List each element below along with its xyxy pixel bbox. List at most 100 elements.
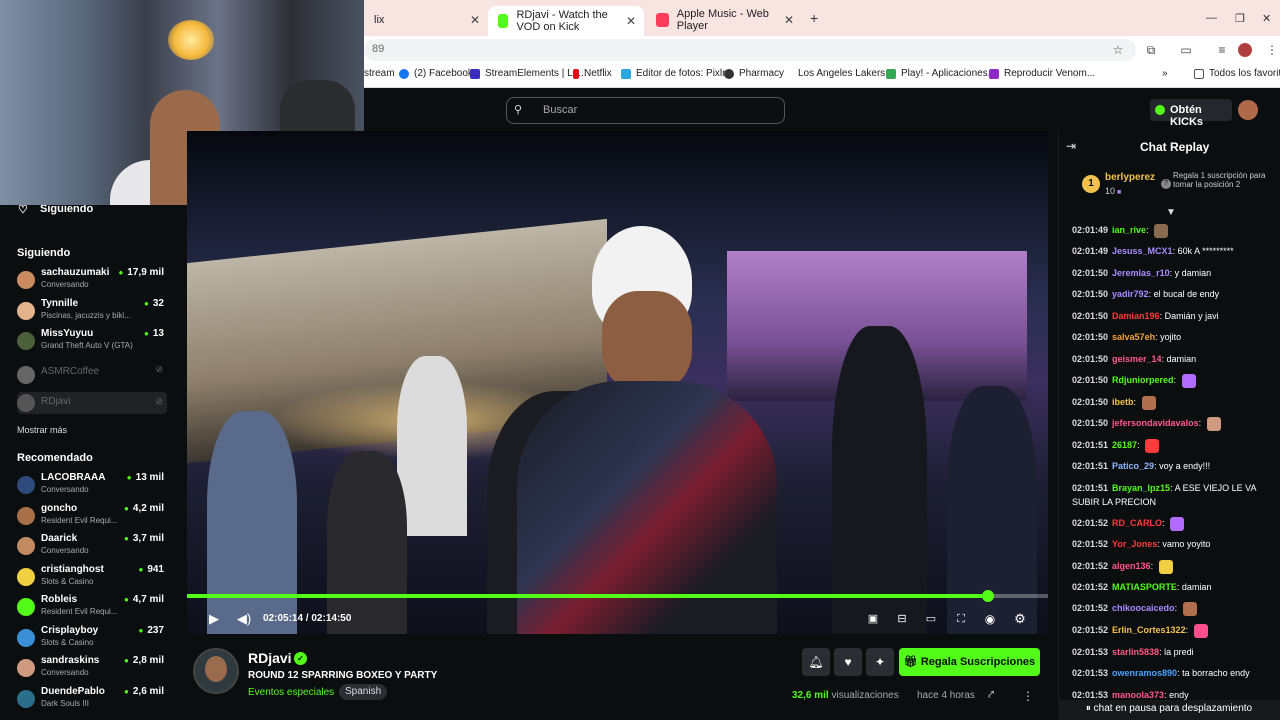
sidebar-channel[interactable]: LACOBRAAA Conversando 13 mil [17, 472, 167, 502]
chat-username[interactable]: Damian196 [1112, 311, 1160, 321]
media-controls-icon[interactable]: ≡ [1214, 42, 1230, 58]
minimize-icon[interactable]: — [1206, 12, 1217, 24]
chat-username[interactable]: manoola373 [1112, 690, 1164, 700]
face-image [602, 291, 692, 391]
bookmark-item[interactable]: Play! - Aplicaciones... [886, 68, 996, 79]
chat-username[interactable]: yadir792 [1112, 289, 1149, 299]
chat-username[interactable]: ibetb [1112, 397, 1134, 407]
sidebar-channel[interactable]: Daarick Conversando 3,7 mil [17, 533, 167, 563]
sidebar-channel[interactable]: goncho Resident Evil Requi... 4,2 mil [17, 503, 167, 533]
sidebar-channel[interactable]: Robleis Resident Evil Requi... 4,7 mil [17, 594, 167, 624]
play-icon[interactable]: ▶ [206, 611, 222, 627]
clip-icon[interactable]: ⊟ [894, 611, 910, 627]
sidebar-channel-offline[interactable]: RDjavi ⊘ [17, 392, 167, 414]
chat-paused-banner[interactable]: ⏸︎ chat en pausa para desplazamiento [1058, 700, 1280, 720]
window-close-icon[interactable]: ✕ [1262, 12, 1271, 25]
collapse-chat-icon[interactable]: ⇥ [1066, 139, 1076, 153]
sidebar-channel[interactable]: cristianghost Slots & Casino 941 [17, 564, 167, 594]
restore-icon[interactable]: ❐ [1235, 12, 1245, 25]
tab-title: Apple Music - Web Player [676, 8, 769, 32]
close-icon[interactable]: ✕ [626, 14, 636, 28]
seek-handle[interactable] [981, 590, 994, 602]
chat-message: 02:01:52 MATIASPORTE: damian [1072, 580, 1272, 594]
bookmark-item[interactable]: StreamElements | La... [470, 68, 587, 79]
bookmark-item[interactable]: Pharmacy [724, 68, 784, 79]
volume-icon[interactable]: ◀) [236, 611, 252, 627]
bookmark-item[interactable]: (2) Facebook [399, 68, 473, 79]
notifications-bell-icon[interactable]: 🔔︎ [802, 648, 830, 676]
chat-message: 02:01:52 Erlin_Cortes1322: [1072, 623, 1272, 638]
bookmark-item[interactable]: stream [364, 68, 395, 79]
search-input[interactable]: Buscar [506, 97, 785, 124]
chat-text: ta borracho endy [1182, 668, 1250, 678]
chat-username[interactable]: MATIASPORTE [1112, 582, 1177, 592]
extensions-icon[interactable]: ⧉ [1143, 42, 1159, 58]
miniplayer-icon[interactable]: ▣ [865, 611, 881, 627]
bookmark-item[interactable]: Editor de fotos: Pixlr... [621, 68, 733, 79]
tab-title: RDjavi - Watch the VOD on Kick [516, 9, 608, 33]
chat-username[interactable]: jefersondavidavalos [1112, 418, 1199, 428]
chat-username[interactable]: Yor_Jones [1112, 539, 1157, 549]
chat-username[interactable]: Patico_29 [1112, 461, 1154, 471]
chat-username[interactable]: owenramos890 [1112, 668, 1177, 678]
language-tag[interactable]: Spanish [339, 684, 388, 700]
sidebar-channel[interactable]: DuendePablo Dark Souls III 2,6 mil [17, 686, 167, 716]
browser-tab-netflix[interactable]: lix ✕ [364, 8, 488, 32]
chat-username[interactable]: starlin5838 [1112, 647, 1159, 657]
chat-username[interactable]: RD_CARLO [1112, 518, 1162, 528]
chat-username[interactable]: salva57eh [1112, 332, 1155, 342]
user-avatar[interactable] [1238, 100, 1258, 120]
cast-icon[interactable]: ▭ [1178, 42, 1194, 58]
chat-username[interactable]: ian_rive [1112, 225, 1146, 235]
settings-gear-icon[interactable]: ⚙ [1012, 611, 1028, 627]
chat-filter-icon[interactable]: ▼ [1166, 207, 1176, 218]
gift-prompt[interactable]: Regala 1 suscripción para tomar la posic… [1173, 171, 1268, 189]
chat-username[interactable]: Jesuss_MCX1 [1112, 246, 1173, 256]
chat-username[interactable]: 26187 [1112, 440, 1137, 450]
browser-tab-kick[interactable]: RDjavi - Watch the VOD on Kick ✕ [488, 6, 644, 36]
sparkle-icon[interactable]: ✦ [866, 648, 894, 676]
video-player[interactable] [187, 131, 1048, 634]
close-icon[interactable]: ✕ [470, 13, 480, 27]
bookmark-item[interactable]: Reproducir Venom... [989, 68, 1095, 79]
chat-timestamp: 02:01:50 [1072, 397, 1109, 407]
sidebar-channel[interactable]: sachauzumaki Conversando 17,9 mil [17, 267, 167, 297]
bookmark-item[interactable]: Netflix [573, 68, 612, 79]
share-icon[interactable]: ⤤ [988, 689, 994, 702]
browser-menu-icon[interactable]: ⋮ [1264, 42, 1280, 58]
sidebar-channel[interactable]: sandraskins Conversando 2,8 mil [17, 655, 167, 685]
bookmark-item[interactable]: Los Angeles Lakers... [798, 68, 894, 79]
streamer-name[interactable]: RDjavi [248, 650, 292, 666]
new-tab-icon[interactable]: + [810, 10, 818, 26]
close-icon[interactable]: ✕ [784, 13, 794, 27]
gift-subscriptions-label: Regala Suscripciones [920, 656, 1036, 668]
chat-username[interactable]: geismer_14 [1112, 354, 1162, 364]
bookmark-star-icon[interactable]: ☆ [1110, 42, 1126, 58]
more-options-icon[interactable]: ⋮ [1022, 689, 1034, 703]
sidebar-channel-offline[interactable]: ASMRCoffee ⊘ [17, 362, 167, 392]
fullscreen-icon[interactable]: ⛶ [953, 611, 969, 627]
bookmarks-overflow-icon[interactable]: » [1162, 68, 1168, 79]
browser-tab-apple-music[interactable]: Apple Music - Web Player ✕ [646, 8, 802, 32]
profile-avatar[interactable] [1238, 43, 1252, 57]
chat-username[interactable]: chikoocaicedo [1112, 603, 1175, 613]
url-field[interactable]: 89 [364, 39, 1136, 61]
sidebar-channel[interactable]: MissYuyuu Grand Theft Auto V (GTA) 13 [17, 328, 167, 358]
all-bookmarks[interactable]: Todos los favoritos [1194, 68, 1280, 79]
chat-username[interactable]: Brayan_lpz15 [1112, 483, 1170, 493]
gift-subscriptions-button[interactable]: 🎁︎ Regala Suscripciones [899, 648, 1040, 676]
category-link[interactable]: Eventos especiales [248, 687, 334, 698]
follow-heart-icon[interactable]: ♥ [834, 648, 862, 676]
sidebar-channel[interactable]: Tynnille Piscinas, jacuzzis y biki... 32 [17, 298, 167, 328]
chat-username[interactable]: Jeremias_r10 [1112, 268, 1170, 278]
sidebar-channel[interactable]: Crisplayboy Slots & Casino 237 [17, 625, 167, 655]
show-more-link[interactable]: Mostrar más [17, 425, 67, 435]
chat-text: voy a endy!!! [1159, 461, 1211, 471]
theater-mode-icon[interactable]: ▭ [923, 611, 939, 627]
chat-username[interactable]: algen136 [1112, 561, 1151, 571]
chat-message: 02:01:53 owenramos890: ta borracho endy [1072, 666, 1272, 680]
chat-username[interactable]: Erlin_Cortes1322 [1112, 625, 1186, 635]
chat-username[interactable]: Rdjuniorpered [1112, 375, 1174, 385]
top-gifter-name[interactable]: berlyperez [1105, 172, 1155, 183]
speed-icon[interactable]: ◉ [982, 611, 998, 627]
